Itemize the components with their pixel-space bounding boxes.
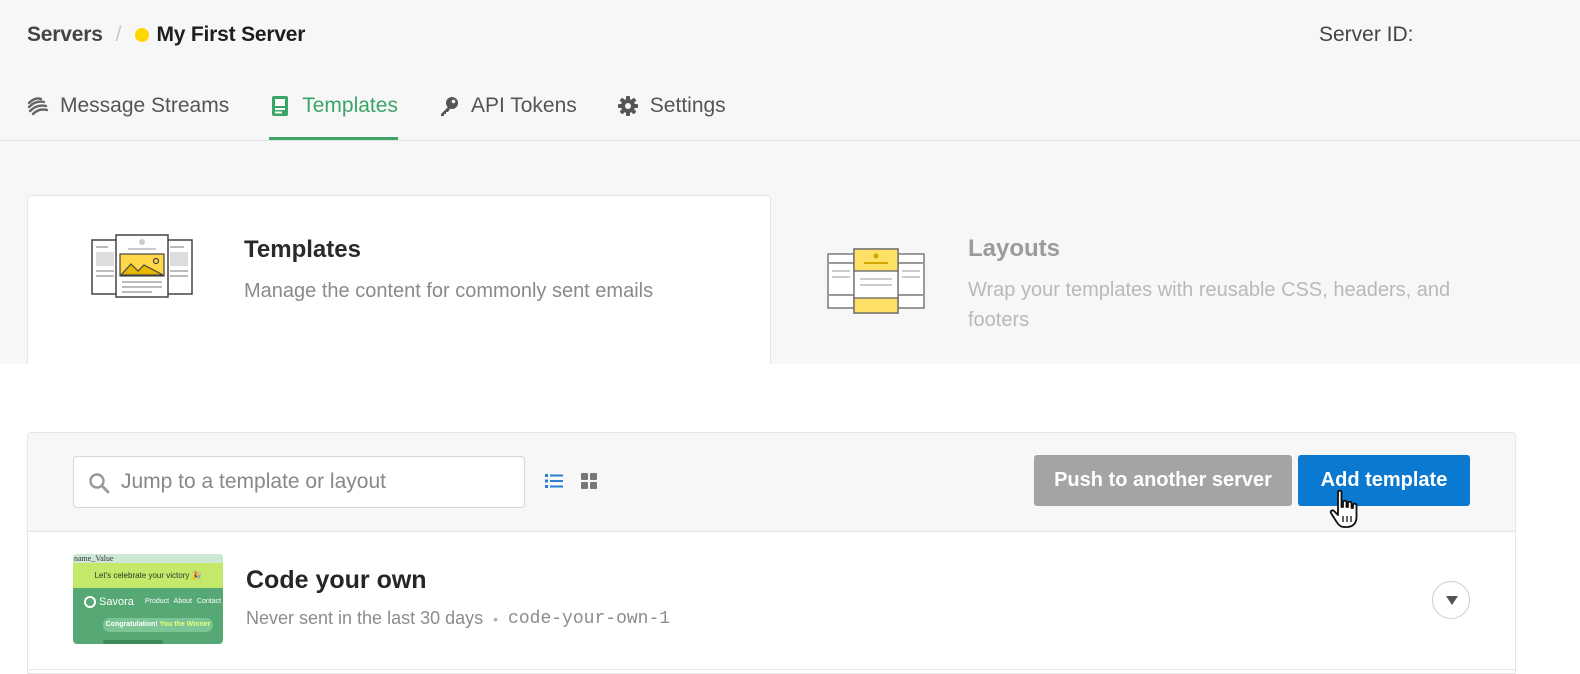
caret-down-icon: [1446, 596, 1458, 605]
templates-section-card[interactable]: Templates Manage the content for commonl…: [27, 195, 771, 364]
grid-view-icon[interactable]: [580, 472, 598, 490]
breadcrumb-servers-link[interactable]: Servers: [27, 23, 103, 47]
template-name-link[interactable]: Code your own: [246, 566, 427, 595]
templates-list-panel: Push to another server Add template name…: [27, 432, 1516, 674]
meta-separator: •: [493, 610, 499, 627]
templates-card-description: Manage the content for commonly sent ema…: [244, 280, 654, 302]
search-input[interactable]: [121, 467, 511, 497]
hand-pointer-cursor-icon: [1329, 489, 1358, 528]
template-icon: [272, 96, 289, 116]
layouts-card-description: Wrap your templates with reusable CSS, h…: [968, 279, 1451, 331]
server-id-label: Server ID:: [1319, 23, 1414, 46]
thumbnail-line: [103, 640, 163, 644]
thumbnail-nav: Product About Contact: [145, 598, 222, 605]
layouts-section-card[interactable]: Layouts Wrap your templates with reusabl…: [771, 195, 1561, 364]
thumbnail-pill: Congratulation! You the Winner: [103, 618, 213, 632]
tabs-divider: [0, 140, 1580, 141]
tab-settings[interactable]: Settings: [617, 86, 726, 141]
list-view-icon[interactable]: [545, 472, 563, 490]
templates-illustration-icon: [91, 234, 193, 298]
template-thumbnail[interactable]: name_Value Let's celebrate your victory …: [73, 554, 223, 644]
tab-label: Settings: [649, 94, 726, 117]
server-status-dot: [134, 28, 149, 42]
search-box[interactable]: [73, 456, 525, 508]
template-alias: code-your-own-1: [508, 608, 671, 629]
thumbnail-banner: Let's celebrate your victory 🎉: [73, 563, 223, 588]
breadcrumb: Servers / My First Server: [27, 20, 305, 50]
layouts-card-title: Layouts: [968, 235, 1061, 262]
template-meta: Never sent in the last 30 days • code-yo…: [246, 608, 670, 629]
tab-api-tokens[interactable]: API Tokens: [438, 86, 577, 141]
thumbnail-pill-highlight: You the Winner: [159, 621, 211, 628]
add-template-button[interactable]: Add template: [1298, 455, 1470, 506]
template-activity: Never sent in the last 30 days: [246, 608, 484, 628]
layouts-illustration-icon: [827, 248, 925, 314]
tab-label: Templates: [302, 94, 398, 117]
expand-template-button[interactable]: [1432, 581, 1470, 619]
key-icon: [440, 97, 458, 116]
templates-toolbar: Push to another server Add template: [28, 433, 1515, 532]
thumbnail-logo-icon: [84, 596, 96, 608]
gear-icon: [617, 96, 638, 116]
server-nav-tabs: Message Streams Templates API Tokens Set…: [27, 86, 766, 141]
tab-message-streams[interactable]: Message Streams: [27, 86, 229, 141]
tab-label: Message Streams: [60, 94, 230, 117]
thumbnail-top-text: name_Value: [73, 554, 223, 563]
template-row[interactable]: name_Value Let's celebrate your victory …: [28, 532, 1515, 670]
tab-templates[interactable]: Templates: [269, 86, 398, 141]
breadcrumb-separator: /: [115, 23, 122, 46]
thumbnail-pill-text: Congratulation!: [105, 621, 158, 628]
templates-card-title: Templates: [244, 236, 361, 263]
push-to-another-server-button[interactable]: Push to another server: [1034, 455, 1292, 506]
search-icon: [89, 473, 110, 494]
tab-label: API Tokens: [470, 94, 577, 117]
message-streams-icon: [27, 97, 49, 116]
thumbnail-brand: Savora: [99, 596, 134, 608]
breadcrumb-current-server: My First Server: [156, 23, 306, 46]
